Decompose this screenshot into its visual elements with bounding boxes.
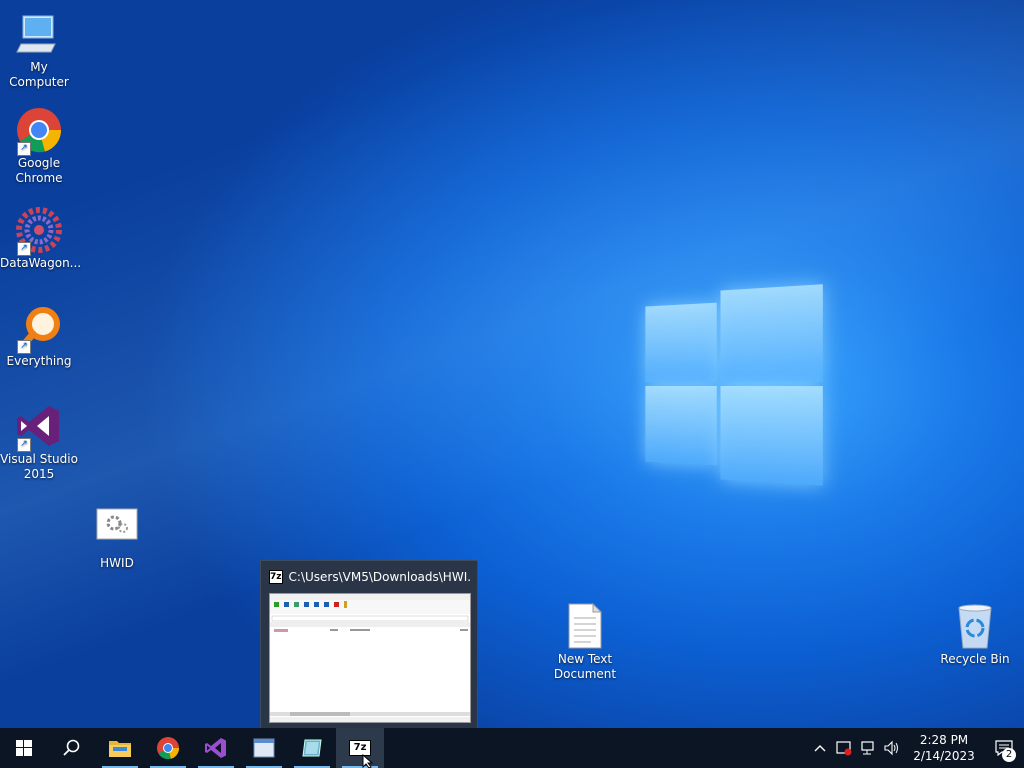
desktop-icon-label: Visual Studio 2015: [0, 452, 78, 481]
recycle-bin-icon: [951, 602, 999, 650]
desktop-icon-hwid[interactable]: HWID: [78, 508, 156, 571]
desktop-icon-datawagon[interactable]: ↗ DataWagon...: [0, 206, 82, 271]
app-icon: [302, 739, 322, 757]
volume-button[interactable]: [880, 728, 904, 768]
action-center-button[interactable]: 2: [984, 728, 1024, 768]
taskbar: 7z 2:28 PM 2/14/2023 2: [0, 728, 1024, 768]
search-icon: [63, 739, 80, 756]
clock-date: 2/14/2023: [913, 749, 975, 763]
folder-icon: [109, 741, 131, 757]
network-button[interactable]: [856, 728, 880, 768]
desktop-icon-recycle-bin[interactable]: Recycle Bin: [936, 602, 1014, 667]
taskbar-window-app[interactable]: [240, 728, 288, 768]
tray-security-icon-button[interactable]: [832, 728, 856, 768]
desktop-icon-label: Recycle Bin: [940, 652, 1010, 666]
desktop-icon-label: New Text Document: [553, 652, 617, 681]
preview-title-text: C:\Users\VM5\Downloads\HWI...: [288, 570, 471, 584]
show-hidden-icons-button[interactable]: [808, 728, 832, 768]
notification-count-badge: 2: [1002, 748, 1016, 762]
shortcut-arrow-icon: ↗: [17, 242, 31, 256]
desktop-icon-label: HWID: [100, 556, 134, 570]
text-document-icon: [561, 602, 609, 650]
start-button[interactable]: [0, 728, 48, 768]
shortcut-arrow-icon: ↗: [17, 438, 31, 452]
desktop-icon-label: Google Chrome: [15, 156, 63, 185]
sevenzip-icon: 7z: [269, 570, 283, 584]
chevron-up-icon: [814, 745, 826, 752]
shortcut-arrow-icon: ↗: [17, 142, 31, 156]
desktop-icon-label: DataWagon...: [0, 256, 82, 270]
visual-studio-icon: [205, 738, 226, 758]
search-magnifier-icon: ↗: [15, 304, 63, 354]
taskbar-google-chrome[interactable]: [144, 728, 192, 768]
visual-studio-icon: ↗: [15, 402, 63, 452]
taskbar-file-explorer[interactable]: [96, 728, 144, 768]
desktop-icon-label: My Computer: [9, 60, 69, 89]
gear-file-icon: [96, 508, 138, 540]
taskbar-7zip[interactable]: 7z: [336, 728, 384, 768]
taskbar-app[interactable]: [288, 728, 336, 768]
desktop-icon-my-computer[interactable]: My Computer: [0, 10, 78, 90]
desktop-icon-google-chrome[interactable]: ↗ Google Chrome: [0, 106, 78, 186]
datawagon-icon: ↗: [15, 206, 63, 256]
speaker-icon: [884, 740, 898, 756]
security-alert-icon: [836, 741, 852, 756]
clock-time: 2:28 PM: [919, 733, 969, 747]
mouse-cursor-icon: [362, 754, 374, 768]
desktop-icon-visual-studio[interactable]: ↗ Visual Studio 2015: [0, 402, 78, 482]
desktop-icon-everything[interactable]: ↗ Everything: [0, 304, 78, 369]
chrome-icon: ↗: [15, 106, 63, 156]
window-icon: [253, 738, 275, 758]
preview-title: 7z C:\Users\VM5\Downloads\HWI...: [269, 569, 471, 585]
system-tray: 2:28 PM 2/14/2023 2: [808, 728, 1024, 768]
network-icon: [861, 741, 874, 755]
search-button[interactable]: [48, 728, 96, 768]
clock[interactable]: 2:28 PM 2/14/2023: [904, 732, 984, 764]
preview-window-thumbnail[interactable]: [269, 593, 471, 723]
windows-wallpaper-logo: [645, 284, 823, 486]
shortcut-arrow-icon: ↗: [17, 340, 31, 354]
computer-icon: [15, 10, 63, 58]
taskbar-thumbnail-preview[interactable]: 7z C:\Users\VM5\Downloads\HWI...: [260, 560, 478, 730]
desktop-icon-new-text-document[interactable]: New Text Document: [546, 602, 624, 682]
taskbar-visual-studio[interactable]: [192, 728, 240, 768]
windows-start-icon: [16, 740, 32, 756]
light-beam: [0, 0, 1024, 768]
desktop-icon-label: Everything: [6, 354, 72, 368]
chrome-icon: [157, 737, 180, 760]
